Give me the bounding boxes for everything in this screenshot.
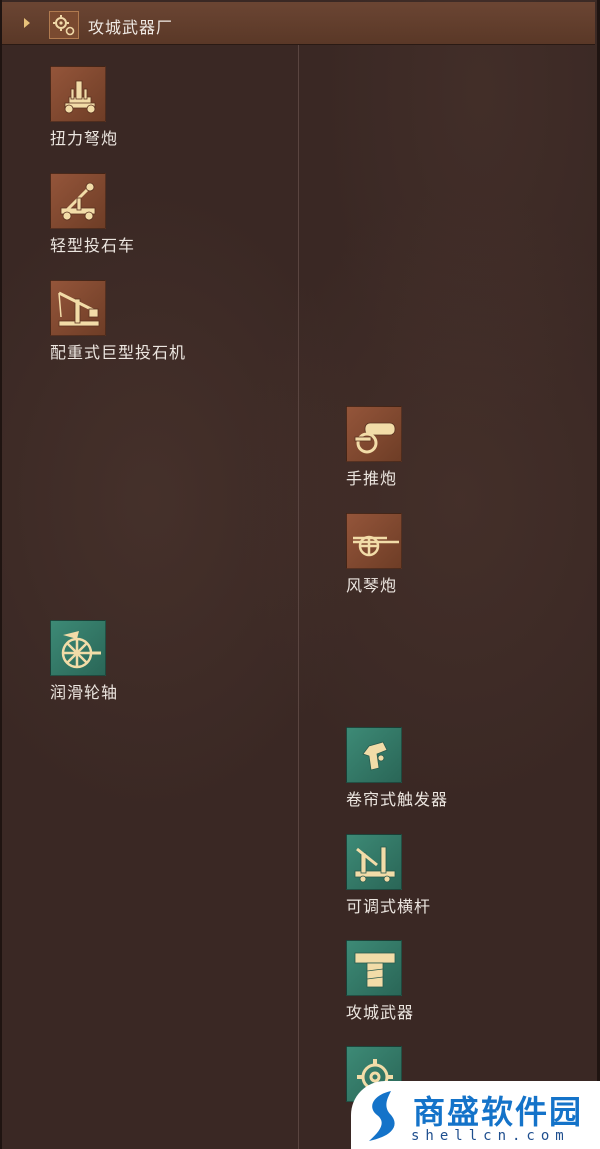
tech-node-hand-cannon[interactable]: 手推炮 (346, 406, 506, 489)
category-title: 攻城武器厂 (88, 18, 174, 37)
adjustable-crossbar-icon[interactable] (346, 834, 402, 890)
trigger-icon[interactable] (346, 727, 402, 783)
tech-node-siege-weapon[interactable]: 攻城武器 (346, 940, 506, 1023)
trebuchet-icon[interactable] (50, 280, 106, 336)
expand-arrow-icon[interactable] (24, 18, 30, 28)
catapult-icon[interactable] (50, 173, 106, 229)
tech-label: 卷帘式触发器 (346, 790, 449, 809)
tech-label: 扭力弩炮 (50, 129, 119, 148)
tech-label: 可调式横杆 (346, 897, 432, 916)
gears-icon (49, 11, 79, 39)
tech-node-light-catapult[interactable]: 轻型投石车 (50, 173, 210, 256)
cannon-icon[interactable] (346, 406, 402, 462)
ballista-icon[interactable] (50, 66, 106, 122)
tech-label: 风琴炮 (346, 576, 398, 595)
tech-label: 轻型投石车 (50, 236, 136, 255)
tech-label: 配重式巨型投石机 (50, 343, 187, 362)
watermark-logo-icon (369, 1091, 395, 1141)
column-divider (298, 45, 299, 1149)
organ-gun-icon[interactable] (346, 513, 402, 569)
category-header[interactable]: 攻城武器厂 (2, 2, 595, 45)
tech-node-lubricated-axle[interactable]: 润滑轮轴 (50, 620, 210, 703)
tech-node-trebuchet[interactable]: 配重式巨型投石机 (50, 280, 210, 363)
wheel-axle-icon[interactable] (50, 620, 106, 676)
tech-node-ballista[interactable]: 扭力弩炮 (50, 66, 210, 149)
watermark-title: 商盛软件园 (413, 1093, 584, 1131)
tech-node-organ-gun[interactable]: 风琴炮 (346, 513, 506, 596)
tech-label: 攻城武器 (346, 1003, 415, 1022)
tech-node-roller-trigger[interactable]: 卷帘式触发器 (346, 727, 506, 810)
watermark: 商盛软件园 shellcn.com (351, 1081, 600, 1149)
left-frame-border (0, 0, 2, 1149)
tech-label: 手推炮 (346, 469, 398, 488)
tech-label: 润滑轮轴 (50, 683, 119, 702)
tech-node-adjustable-crossbar[interactable]: 可调式横杆 (346, 834, 506, 917)
watermark-url: shellcn.com (411, 1128, 570, 1144)
siege-beam-icon[interactable] (346, 940, 402, 996)
